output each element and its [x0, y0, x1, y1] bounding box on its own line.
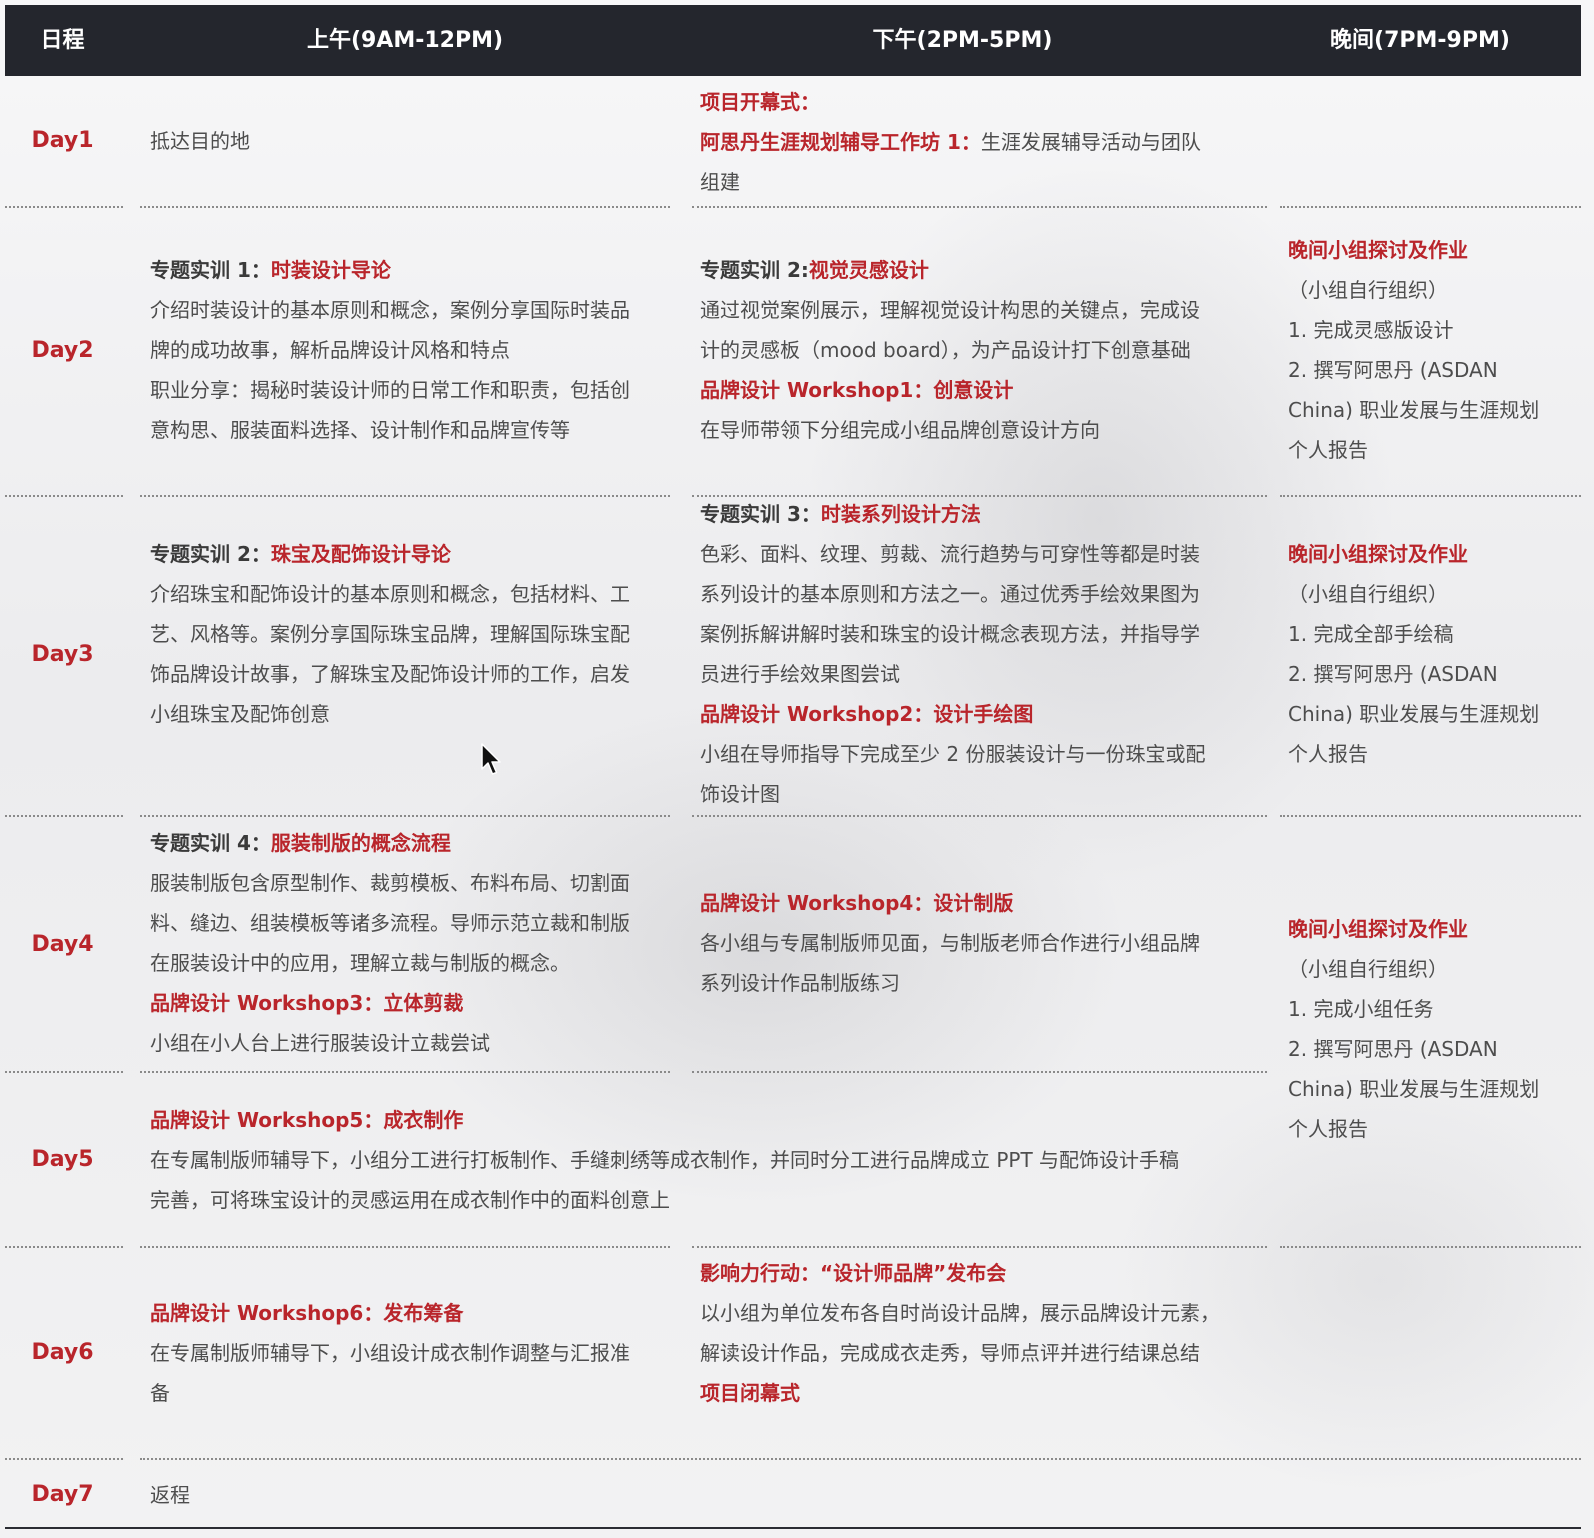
- day2-morning: 专题实训 1：时装设计导论 介绍时装设计的基本原则和概念，案例分享国际时装品 牌…: [150, 258, 630, 442]
- header-evening: 晚间(7PM-9PM): [1330, 28, 1510, 53]
- header-morning: 上午(9AM-12PM): [306, 28, 504, 53]
- table-bottom-border: [5, 1527, 1581, 1529]
- day4-afternoon: 品牌设计 Workshop4：设计制版 各小组与专属制版师见面，与制版老师合作进…: [700, 891, 1200, 995]
- day6-afternoon: 影响力行动：“设计师品牌”发布会 以小组为单位发布各自时尚设计品牌，展示品牌设计…: [700, 1261, 1220, 1405]
- day1-label: Day1: [31, 128, 94, 153]
- day5-content: 品牌设计 Workshop5：成衣制作 在专属制版师辅导下，小组分工进行打板制作…: [150, 1108, 1180, 1212]
- day4-morning: 专题实训 4：服装制版的概念流程 服装制版包含原型制作、裁剪模板、布料布局、切割…: [150, 831, 630, 1055]
- day3-afternoon: 专题实训 3：时装系列设计方法 色彩、面料、纹理、剪裁、流行趋势与可穿性等都是时…: [700, 502, 1206, 806]
- day6-label: Day6: [31, 1340, 94, 1365]
- day1-morning: 抵达目的地: [150, 129, 250, 153]
- day2-evening: 晚间小组探讨及作业 （小组自行组织） 1. 完成灵感版设计 2. 撰写阿思丹 (…: [1288, 238, 1540, 462]
- day3-morning: 专题实训 2：珠宝及配饰设计导论 介绍珠宝和配饰设计的基本原则和概念，包括材料、…: [150, 542, 630, 726]
- table-header: 日程 上午(9AM-12PM) 下午(2PM-5PM) 晚间(7PM-9PM): [5, 5, 1581, 76]
- day3-evening: 晚间小组探讨及作业 （小组自行组织） 1. 完成全部手绘稿 2. 撰写阿思丹 (…: [1288, 542, 1540, 766]
- day6-morning: 品牌设计 Workshop6：发布筹备 在专属制版师辅导下，小组设计成衣制作调整…: [150, 1301, 630, 1405]
- day2-label: Day2: [31, 338, 94, 363]
- day4-label: Day4: [31, 932, 94, 957]
- header-afternoon: 下午(2PM-5PM): [872, 28, 1053, 53]
- mouse-cursor-icon: [481, 743, 501, 775]
- day3-label: Day3: [31, 642, 94, 667]
- day7-morning: 返程: [150, 1483, 190, 1507]
- header-day: 日程: [40, 28, 85, 53]
- day4-evening: 晚间小组探讨及作业 （小组自行组织） 1. 完成小组任务 2. 撰写阿思丹 (A…: [1288, 917, 1540, 1141]
- day2-afternoon: 专题实训 2:视觉灵感设计 通过视觉案例展示，理解视觉设计构思的关键点，完成设 …: [700, 258, 1200, 442]
- day5-label: Day5: [31, 1147, 94, 1172]
- day1-afternoon: 项目开幕式： 阿思丹生涯规划辅导工作坊 1：生涯发展辅导活动与团队 组建: [700, 90, 1201, 194]
- day7-label: Day7: [31, 1482, 94, 1507]
